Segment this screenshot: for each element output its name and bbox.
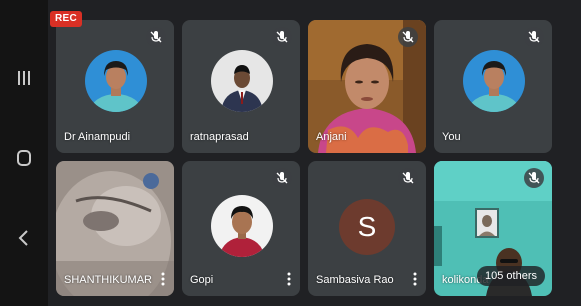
participant-name: ratnaprasad xyxy=(190,131,249,143)
more-options-icon[interactable] xyxy=(286,272,292,286)
participant-name: SHANTHIKUMAR xyxy=(64,274,153,286)
participant-tile-sambasiva-rao[interactable]: S Sambasiva Rao xyxy=(308,161,426,296)
home-icon[interactable] xyxy=(12,146,36,170)
back-icon[interactable] xyxy=(12,226,36,250)
avatar xyxy=(463,50,525,112)
recents-icon[interactable] xyxy=(12,66,36,90)
participant-tile-kolikonda[interactable]: kolikonda 105 others xyxy=(434,161,552,296)
more-options-icon[interactable] xyxy=(160,272,166,286)
participant-name: Sambasiva Rao xyxy=(316,274,394,286)
participant-tile-you[interactable]: You xyxy=(434,20,552,153)
participant-tile-anjani[interactable]: Anjani xyxy=(308,20,426,153)
more-options-icon[interactable] xyxy=(412,272,418,286)
mic-off-icon xyxy=(398,27,418,47)
participant-tile-shanthikumar[interactable]: SHANTHIKUMAR xyxy=(56,161,174,296)
mic-off-icon xyxy=(524,27,544,47)
mic-off-icon xyxy=(398,168,418,188)
mic-off-icon xyxy=(146,27,166,47)
participant-tile-gopi[interactable]: Gopi xyxy=(182,161,300,296)
android-nav-bar xyxy=(0,0,48,306)
participant-tile-dr-ainampudi[interactable]: Dr Ainampudi xyxy=(56,20,174,153)
avatar xyxy=(85,50,147,112)
participant-name: Dr Ainampudi xyxy=(64,131,131,143)
participant-grid: Dr Ainampudi ratnaprasad Anjani You SHAN… xyxy=(48,0,581,306)
mic-off-icon xyxy=(272,27,292,47)
participant-name: You xyxy=(442,131,461,143)
mic-off-icon xyxy=(272,168,292,188)
others-count-badge[interactable]: 105 others xyxy=(477,266,545,286)
participant-name: Gopi xyxy=(190,274,214,286)
participant-name: Anjani xyxy=(316,131,347,143)
recording-badge: REC xyxy=(50,11,82,27)
initial-avatar: S xyxy=(339,199,395,255)
participant-tile-ratnaprasad[interactable]: ratnaprasad xyxy=(182,20,300,153)
avatar xyxy=(211,50,273,112)
mic-off-icon xyxy=(524,168,544,188)
avatar xyxy=(211,195,273,257)
